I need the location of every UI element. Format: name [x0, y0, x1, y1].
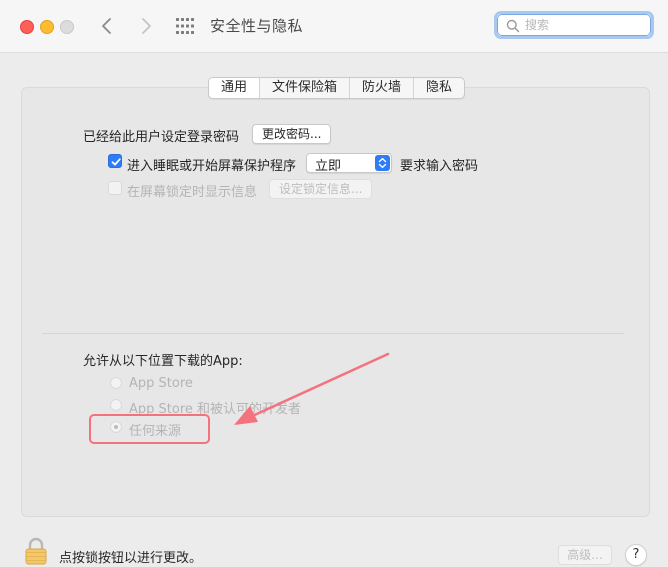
search-input[interactable] — [525, 17, 645, 33]
grid-icon — [176, 18, 194, 34]
password-delay-select[interactable]: 立即 — [306, 153, 392, 174]
advanced-button[interactable]: 高级... — [558, 545, 612, 565]
window-title: 安全性与隐私 — [210, 17, 304, 35]
radio-app-store-label: App Store — [129, 376, 193, 391]
search-icon — [506, 19, 520, 33]
require-password-checkbox[interactable] — [108, 154, 122, 168]
change-password-button[interactable]: 更改密码... — [252, 124, 332, 144]
downloads-heading: 允许从以下位置下载的App: — [83, 354, 243, 369]
password-set-label: 已经给此用户设定登录密码 — [83, 130, 240, 145]
chevron-left-icon — [102, 18, 111, 34]
annotation-arrow-icon — [234, 352, 390, 425]
require-password-label: 进入睡眠或开始屏幕保护程序 — [127, 159, 297, 174]
select-stepper — [375, 155, 390, 171]
radio-app-store-identified[interactable] — [110, 399, 122, 411]
section-divider — [42, 333, 624, 334]
require-password-suffix: 要求输入密码 — [400, 159, 479, 174]
tab-firewall[interactable]: 防火墙 — [349, 78, 413, 98]
help-button[interactable]: ? — [625, 544, 647, 566]
lock-message-label: 在屏幕锁定时显示信息 — [127, 185, 258, 200]
lock-hint-text: 点按锁按钮以进行更改。 — [59, 551, 203, 566]
checkmark-icon — [111, 158, 121, 166]
lock-button[interactable] — [24, 537, 48, 567]
show-all-button[interactable] — [175, 17, 195, 35]
tab-privacy[interactable]: 隐私 — [413, 78, 464, 98]
close-button[interactable] — [20, 20, 34, 34]
chevron-updown-icon — [378, 157, 387, 169]
zoom-button[interactable] — [60, 20, 74, 34]
title-bar: 安全性与隐私 — [0, 0, 668, 53]
general-panel — [21, 87, 650, 517]
back-button[interactable] — [96, 14, 118, 38]
set-lock-message-button[interactable]: 设定锁定信息... — [269, 179, 373, 199]
chevron-right-icon — [142, 18, 151, 34]
forward-button[interactable] — [135, 14, 157, 38]
annotation-highlight-box — [89, 414, 210, 444]
preferences-window: 安全性与隐私 通用 文件保险箱 防火墙 隐私 已经给此用户设定登录密码 更改密码… — [0, 0, 668, 567]
password-delay-value: 立即 — [315, 159, 342, 174]
tab-filevault[interactable]: 文件保险箱 — [259, 78, 349, 98]
lock-message-checkbox[interactable] — [108, 181, 122, 195]
minimize-button[interactable] — [40, 20, 54, 34]
tab-bar: 通用 文件保险箱 防火墙 隐私 — [208, 77, 466, 99]
tab-general[interactable]: 通用 — [209, 78, 260, 98]
search-field[interactable] — [494, 11, 654, 39]
radio-app-store[interactable] — [110, 377, 122, 389]
lock-icon — [25, 537, 47, 565]
